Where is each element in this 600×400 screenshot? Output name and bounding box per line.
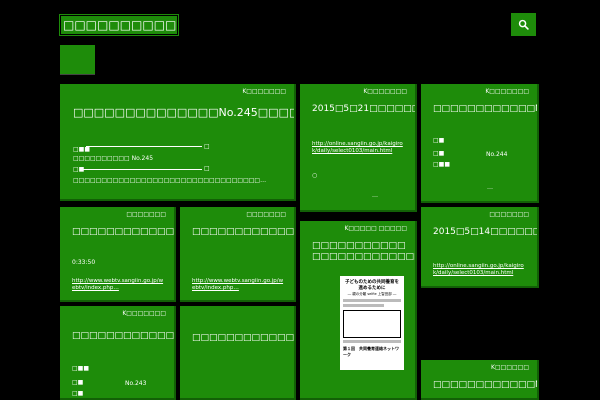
post-number: No.243 (125, 380, 147, 387)
category-label: □□□□□□□ (246, 211, 286, 218)
post-title[interactable]: □□□□□□□□□□□□NO.243□□□□□□□□□□□□ (72, 331, 174, 342)
category-label: K□□□□□□□ (242, 88, 286, 95)
post-link[interactable]: http://www.webtv.sangiin.go.jp/w ebtv/in… (192, 278, 292, 292)
post-row: □■ (72, 390, 84, 397)
post-row: □■ (433, 137, 445, 144)
category-label: □□□□□□□ (489, 211, 529, 218)
search-icon (518, 19, 529, 30)
post-card[interactable]: □□□□□□□□□□□□□□□□□□□□□□□□□□□ (180, 306, 296, 400)
document-footer: 第１回 共同養育連絡ネットワーク (343, 346, 399, 357)
post-row: □■■ (73, 146, 91, 153)
post-title[interactable]: 2015□5□14□□□□□□□□□□□□□□□□□□□□□□□□□□DV□□□… (433, 227, 537, 238)
post-card[interactable]: K□□□□□□□ □□□□□□□□□□□□NO.243□□□□□□□□□□□□ … (60, 306, 176, 400)
divider (82, 169, 202, 170)
post-title[interactable]: □□□□□□□□□□□ □□□□□□□□□□□□□□□□□□□□□□□□ (312, 241, 415, 263)
post-row: □■ (72, 379, 84, 386)
category-label: K□□□□□ □□□□□ (344, 225, 407, 232)
post-mark: ○ (312, 172, 318, 179)
post-title[interactable]: □□□□□□□□□□□□NO.244□□□□□□□□□□□□ (433, 104, 537, 115)
post-card[interactable]: K□□□□□□□ □□□□□□□□□□□□NO.244□□□□□□□□□□□□ … (421, 84, 539, 203)
ellipsis: … (487, 184, 493, 191)
document-title: 子どものための共同養育を進めるために (345, 280, 399, 291)
category-label: □□□□□□□ (126, 211, 166, 218)
post-number: No.244 (486, 151, 508, 158)
category-label: K□□□□□□□ (485, 88, 529, 95)
menu-tile[interactable] (60, 45, 95, 75)
ellipsis: … (372, 192, 378, 199)
post-row: □□□□□□□□□□ No.245 (73, 155, 154, 162)
post-row: □■■ (72, 365, 90, 372)
document-thumbnail[interactable]: 子どものための共同養育を進めるために ― 親の分離 selfie 上智田部 ― … (340, 276, 404, 370)
search-button[interactable] (511, 13, 536, 36)
post-card[interactable]: K□□□□□□□ 2015□5□21□□□□□□□□□□□□□□□□□□□□□□… (300, 84, 417, 212)
category-label: K□□□□□□□ (122, 310, 166, 317)
post-title[interactable]: □□□□□□□□□□□□□□□□□□□□□□□□□□□ (192, 333, 294, 344)
post-excerpt: □□□□□□□□□□□□□□□□□□□□□□□□□□□□□□□□□… (73, 177, 267, 184)
category-label: K□□□□□□□ (363, 88, 407, 95)
post-title[interactable]: □□□□□□□□□□□□2015□5□14□□□□□□□□□□ (192, 227, 294, 238)
post-card[interactable]: K□□□□□□ □□□□□□□□□□□□NO.242□□□□□□□□□□□□ (421, 360, 539, 400)
post-link[interactable]: http://www.webtv.sangiin.go.jp/w ebtv/in… (72, 278, 172, 292)
post-title[interactable]: □□□□□□□□□□□□2015□5□21□□□□□□□□□□ (72, 227, 174, 238)
post-row: □ (204, 143, 210, 150)
post-card[interactable]: □□□□□□□ □□□□□□□□□□□□2015□5□14□□□□□□□□□□ … (180, 207, 296, 302)
post-row: □■ (73, 166, 85, 173)
post-card[interactable]: K□□□□□□□ □□□□□□□□□□□□□□No.245□□□□□□□□□□□… (60, 84, 296, 201)
post-title[interactable]: □□□□□□□□□□□□NO.242□□□□□□□□□□□□ (433, 380, 537, 391)
document-subtitle: ― 親の分離 selfie 上智田部 ― (347, 292, 397, 296)
video-time: 0:33:50 (72, 259, 96, 266)
post-row: □■ (433, 150, 445, 157)
post-title[interactable]: □□□□□□□□□□□□□□No.245□□□□□□□□□□□□□□□□□□□□… (73, 106, 294, 120)
document-line (343, 340, 401, 343)
post-card[interactable]: □□□□□□□ □□□□□□□□□□□□2015□5□21□□□□□□□□□□ … (60, 207, 176, 302)
document-line (343, 299, 401, 302)
post-row: □■■ (433, 161, 451, 168)
category-label: K□□□□□□ (491, 364, 529, 371)
post-title[interactable]: 2015□5□21□□□□□□□□□□□□□□□□□□□□□□□□□□□□□DV… (312, 104, 415, 115)
document-line (343, 304, 384, 307)
post-card[interactable]: □□□□□□□ 2015□5□14□□□□□□□□□□□□□□□□□□□□□□□… (421, 207, 539, 288)
post-link[interactable]: http://online.sangiin.go.jp/kaigiro k/da… (433, 263, 535, 277)
site-title[interactable]: □□□□□□□□□□□□□□ (59, 14, 179, 36)
post-link[interactable]: http://online.sangiin.go.jp/kaigiro k/da… (312, 141, 412, 155)
post-row: □ (204, 165, 210, 172)
document-figure (343, 310, 401, 338)
divider (86, 146, 202, 147)
